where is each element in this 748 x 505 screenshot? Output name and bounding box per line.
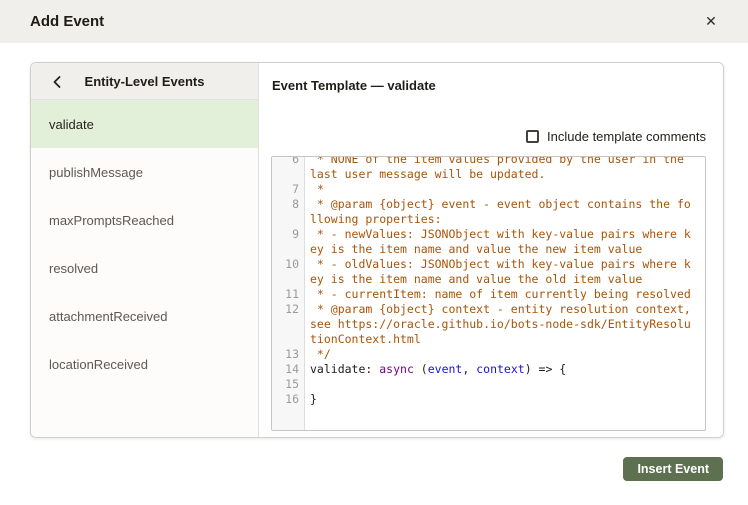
chevron-left-icon [53, 76, 61, 88]
close-button[interactable]: ✕ [702, 12, 720, 30]
line-number: 12 [272, 302, 304, 317]
line-number: 8 [272, 197, 304, 212]
code-line: * - newValues: JSONObject with key-value… [305, 227, 705, 242]
line-number: 9 [272, 227, 304, 242]
code-line: * - currentItem: name of item currently … [305, 287, 705, 302]
back-button[interactable] [45, 63, 69, 100]
sidebar-item-validate[interactable]: validate [31, 100, 258, 148]
sidebar-item-attachmentReceived[interactable]: attachmentReceived [31, 292, 258, 340]
line-number: 14 [272, 362, 304, 377]
line-number: 6 [272, 157, 304, 167]
code-line: } [305, 392, 705, 407]
line-number: 16 [272, 392, 304, 407]
line-number: 11 [272, 287, 304, 302]
code-line: * NONE of the item values provided by th… [305, 157, 705, 167]
event-template-pane: Event Template — validate Include templa… [259, 63, 723, 437]
sidebar-header: Entity-Level Events [31, 63, 258, 100]
include-comments-row: Include template comments [526, 126, 706, 146]
add-event-panel: Entity-Level Events validatepublishMessa… [30, 62, 724, 438]
line-number: 15 [272, 377, 304, 392]
sidebar-item-publishMessage[interactable]: publishMessage [31, 148, 258, 196]
template-title: Event Template — validate [272, 78, 436, 93]
code-line: * @param {object} context - entity resol… [305, 302, 705, 317]
line-number-gutter: 6 78 9 10 1112 13141516 [272, 157, 305, 430]
line-number [272, 332, 304, 347]
sidebar-item-resolved[interactable]: resolved [31, 244, 258, 292]
event-list-sidebar: Entity-Level Events validatepublishMessa… [31, 63, 259, 437]
code-area[interactable]: * NONE of the item values provided by th… [305, 157, 705, 430]
insert-event-button[interactable]: Insert Event [623, 457, 723, 481]
line-number: 7 [272, 182, 304, 197]
line-number: 13 [272, 347, 304, 362]
code-line: ey is the item name and value the old it… [305, 272, 705, 287]
code-line: see https://oracle.github.io/bots-node-s… [305, 317, 705, 332]
line-number [272, 242, 304, 257]
close-icon: ✕ [705, 13, 717, 29]
code-line: * [305, 182, 705, 197]
code-line: last user message will be updated. [305, 167, 705, 182]
include-template-comments-checkbox[interactable] [526, 130, 539, 143]
code-line: * @param {object} event - event object c… [305, 197, 705, 212]
line-number [272, 317, 304, 332]
sidebar-item-locationReceived[interactable]: locationReceived [31, 340, 258, 388]
code-line: validate: async (event, context) => { [305, 362, 705, 377]
code-editor[interactable]: 6 78 9 10 1112 13141516 * NONE of the item va… [271, 156, 706, 431]
line-number: 10 [272, 257, 304, 272]
code-line: ey is the item name and value the new it… [305, 242, 705, 257]
sidebar-item-maxPromptsReached[interactable]: maxPromptsReached [31, 196, 258, 244]
code-line [305, 377, 705, 392]
dialog-header: Add Event ✕ [0, 0, 748, 43]
line-number [272, 272, 304, 287]
include-template-comments-label[interactable]: Include template comments [547, 129, 706, 144]
sidebar-items: validatepublishMessagemaxPromptsReachedr… [31, 100, 258, 388]
code-line: tionContext.html [305, 332, 705, 347]
code-line: llowing properties: [305, 212, 705, 227]
code-line: */ [305, 347, 705, 362]
line-number [272, 212, 304, 227]
code-line: * - oldValues: JSONObject with key-value… [305, 257, 705, 272]
dialog-title: Add Event [0, 13, 104, 30]
line-number [272, 167, 304, 182]
